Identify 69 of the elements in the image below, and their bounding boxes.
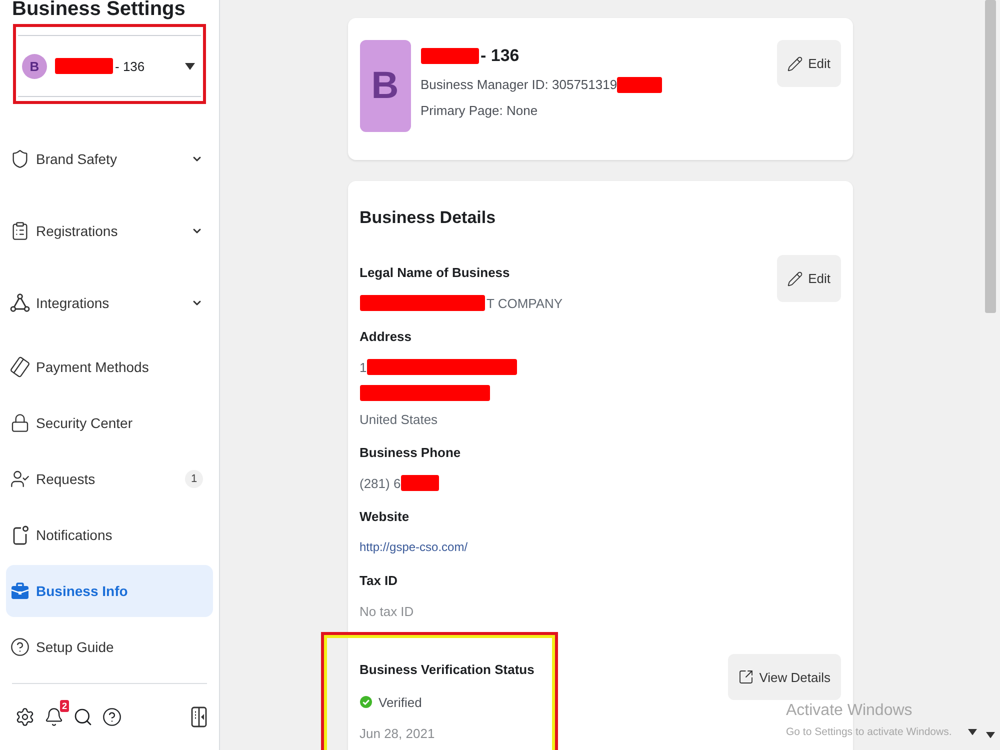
nav-item[interactable]: Registrations (6, 197, 213, 265)
business-name: - 136 (480, 45, 520, 67)
view-details-button[interactable]: View Details (728, 654, 840, 700)
nav-item[interactable]: Brand Safety (6, 125, 213, 193)
field-label: Website (360, 508, 410, 526)
network-icon (10, 293, 30, 313)
account-name: - 136 (115, 58, 145, 74)
section-heading: Business Details (360, 207, 497, 229)
edit-button[interactable]: Edit (777, 255, 840, 302)
help-icon[interactable] (102, 707, 122, 727)
count-badge: 1 (185, 470, 203, 488)
redaction-bar (420, 48, 478, 64)
date-text: Jun 28, 2021 (360, 725, 436, 743)
nav-label: Business Info (36, 583, 129, 599)
nav-label: Security Center (36, 415, 134, 431)
nav-item[interactable]: Business Info (6, 565, 213, 617)
nav-label: Payment Methods (36, 359, 150, 375)
nav-item[interactable]: Requests 1 (6, 453, 213, 505)
nav-item[interactable]: Payment Methods (6, 341, 213, 393)
field-label: Business Phone (360, 444, 462, 462)
account-selector[interactable]: B - 136 (18, 35, 201, 97)
nav-label: Registrations (36, 223, 119, 239)
clipboard-icon (10, 221, 30, 241)
activation-message: Go to Settings to activate Windows. (786, 726, 952, 739)
business-manager-id: Business Manager ID: 305751319 (420, 76, 618, 94)
field-value: T COMPANY (486, 296, 563, 310)
user-check-icon (10, 469, 30, 489)
field-label: Tax ID (360, 572, 399, 590)
scrollbar-thumb[interactable] (984, 0, 996, 313)
lock-icon (10, 413, 30, 433)
redaction-bar (55, 58, 113, 74)
nav-item[interactable]: Security Center (6, 397, 213, 449)
settings-icon[interactable] (15, 707, 35, 727)
field-label: Address (360, 328, 413, 346)
nav-item[interactable]: Setup Guide (6, 621, 213, 673)
nav-label: Notifications (36, 527, 114, 543)
bell-icon[interactable] (44, 707, 64, 727)
external-link-icon (738, 669, 754, 685)
field-value: (281) 6 (360, 476, 401, 490)
search-icon[interactable] (73, 707, 93, 727)
help-icon (10, 637, 30, 657)
redaction-bar (400, 475, 439, 491)
field-value: 1 (360, 360, 367, 374)
nav-label: Setup Guide (36, 639, 115, 655)
primary-page-text: Primary Page: None (420, 102, 539, 120)
field-label: Legal Name of Business (360, 264, 511, 282)
business-avatar: B (360, 40, 410, 132)
field-label: Business Verification Status (360, 661, 534, 679)
status-text: Verified (378, 694, 422, 710)
sidebar-title: Business Settings (12, 0, 186, 22)
panel-toggle-icon[interactable] (189, 706, 209, 728)
dropdown-triangle-icon (185, 62, 195, 70)
website-link[interactable]: http://gspe-cso.com/ (360, 540, 468, 554)
account-avatar: B (22, 54, 47, 78)
nav-item[interactable]: Integrations (6, 269, 213, 337)
nav-label: Requests (36, 471, 96, 487)
briefcase-icon (10, 581, 30, 601)
pencil-icon (787, 56, 804, 72)
field-value: No tax ID (360, 604, 414, 618)
shield-icon (10, 149, 30, 169)
nav-label: Brand Safety (36, 151, 118, 167)
nav-item[interactable]: Notifications (6, 509, 213, 561)
pencil-icon (787, 270, 804, 286)
activation-title: Activate Windows (786, 702, 914, 720)
field-value: United States (360, 412, 438, 426)
edit-button[interactable]: Edit (777, 40, 840, 87)
notification-badge: 2 (60, 700, 69, 712)
nav-label: Integrations (36, 295, 110, 311)
redaction-bar (617, 77, 662, 93)
